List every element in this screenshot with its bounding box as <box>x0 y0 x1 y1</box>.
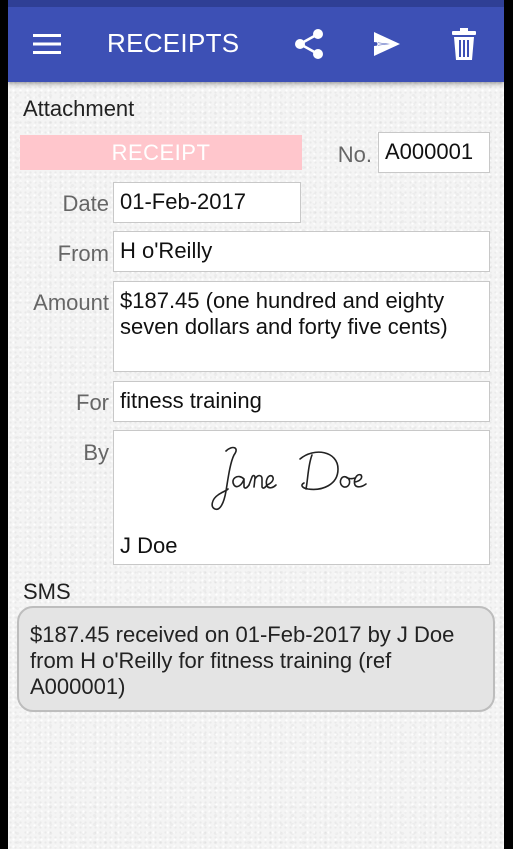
date-label: Date <box>62 191 109 216</box>
signature-field[interactable]: J Doe <box>113 430 490 565</box>
sms-message-box[interactable]: $187.45 received on 01-Feb-2017 by J Doe… <box>17 606 495 712</box>
amount-label: Amount <box>33 290 109 315</box>
share-icon[interactable] <box>289 22 329 66</box>
amount-field[interactable]: $187.45 (one hundred and eighty seven do… <box>113 281 490 372</box>
signature-image <box>211 446 367 511</box>
no-label: No. <box>337 142 372 167</box>
menu-icon[interactable] <box>30 22 64 66</box>
send-icon[interactable] <box>369 22 405 66</box>
status-bar <box>8 0 504 7</box>
attachment-heading: Attachment <box>23 96 135 121</box>
signer-name: J Doe <box>120 533 178 558</box>
date-field[interactable]: 01-Feb-2017 <box>113 182 301 223</box>
receipt-number-field[interactable]: A000001 <box>378 132 490 173</box>
sms-heading: SMS <box>23 579 71 604</box>
from-field[interactable]: H o'Reilly <box>113 231 490 272</box>
for-label: For <box>76 390 109 415</box>
app-bar: RECEIPTS <box>8 0 504 82</box>
for-field[interactable]: fitness training <box>113 381 490 422</box>
trash-icon[interactable] <box>449 22 479 66</box>
app-title: RECEIPTS <box>107 28 240 58</box>
app-screen: RECEIPTS Attachment RECEIPT No. A000001 … <box>8 0 504 849</box>
receipt-attachment-button[interactable]: RECEIPT <box>20 135 302 170</box>
from-label: From <box>57 241 109 266</box>
by-label: By <box>83 440 109 465</box>
